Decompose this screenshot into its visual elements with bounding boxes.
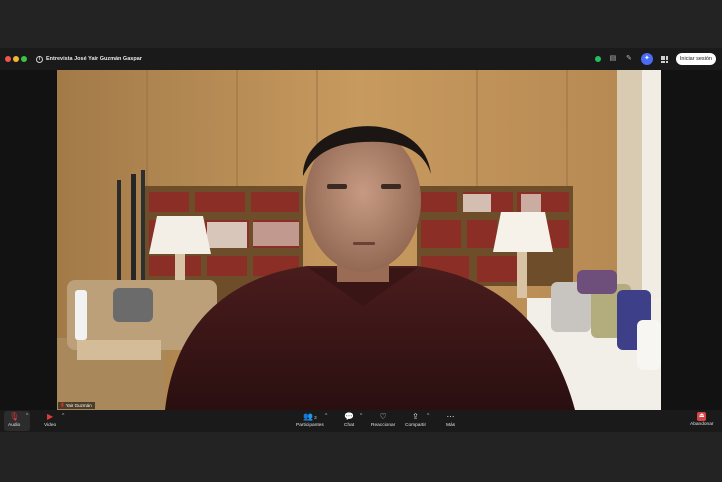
video-frame bbox=[57, 70, 661, 410]
share-button[interactable]: ⇪ Compartir bbox=[405, 411, 426, 431]
share-chevron-icon[interactable]: ^ bbox=[427, 413, 429, 419]
participants-chevron-icon[interactable]: ^ bbox=[325, 413, 327, 419]
mic-muted-icon: 🎙 bbox=[9, 412, 20, 421]
shield-icon[interactable] bbox=[594, 56, 601, 62]
minimize-window-button[interactable] bbox=[13, 56, 19, 62]
react-button[interactable]: ♡ Reaccionar bbox=[371, 411, 395, 431]
notes-icon[interactable]: ▤ bbox=[609, 55, 617, 63]
titlebar-actions: ▤ ✎ ✦ Iniciar sesión bbox=[594, 52, 716, 66]
mic-muted-icon: ▮ bbox=[61, 402, 64, 408]
leave-button[interactable]: ⏏ Abandonar bbox=[690, 411, 713, 431]
maximize-window-button[interactable] bbox=[21, 56, 27, 62]
share-icon: ⇪ bbox=[412, 412, 419, 421]
more-button[interactable]: ⋯ Más bbox=[446, 411, 455, 431]
edit-icon[interactable]: ✎ bbox=[625, 55, 633, 63]
chat-icon: 💬 bbox=[344, 412, 355, 421]
video-button[interactable]: ▶ Video bbox=[44, 411, 56, 431]
participants-icon: 👥3 bbox=[303, 412, 317, 421]
meeting-title[interactable]: i Entrevista José Yair Guzmán Gaspar bbox=[36, 54, 142, 64]
participants-button[interactable]: 👥3 Participantes bbox=[296, 411, 324, 431]
participant-video[interactable] bbox=[57, 70, 661, 410]
close-window-button[interactable] bbox=[5, 56, 11, 62]
signin-button[interactable]: Iniciar sesión bbox=[675, 53, 716, 65]
chat-chevron-icon[interactable]: ^ bbox=[360, 413, 362, 419]
video-muted-icon: ▶ bbox=[47, 412, 54, 421]
chat-button[interactable]: 💬 Chat bbox=[344, 411, 354, 431]
heart-icon: ♡ bbox=[379, 412, 387, 421]
audio-options-chevron-icon[interactable]: ^ bbox=[26, 413, 28, 419]
leave-icon: ⏏ bbox=[697, 412, 707, 421]
more-icon: ⋯ bbox=[446, 412, 455, 421]
letterbox-bottom bbox=[0, 432, 722, 482]
meeting-title-text: Entrevista José Yair Guzmán Gaspar bbox=[46, 56, 142, 62]
sparkle-icon[interactable]: ✦ bbox=[640, 53, 653, 65]
letterbox-top bbox=[0, 0, 722, 48]
grid-icon[interactable] bbox=[660, 55, 668, 63]
info-icon[interactable]: i bbox=[36, 55, 43, 63]
video-options-chevron-icon[interactable]: ^ bbox=[62, 413, 64, 419]
participant-name-tag: ▮ Yair Guzmán bbox=[58, 402, 95, 409]
participant-name: Yair Guzmán bbox=[65, 403, 92, 408]
audio-button[interactable]: 🎙 Audio bbox=[8, 411, 20, 431]
